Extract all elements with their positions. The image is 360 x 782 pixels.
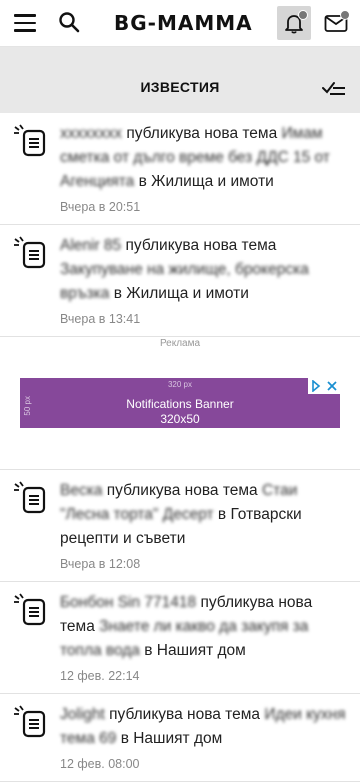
document-icon (14, 124, 46, 157)
notification-time: 12 фев. 22:14 (60, 669, 140, 683)
notification-preposition: в (138, 173, 147, 190)
notification-item[interactable]: Alenir 85 публикува нова тема Закупуване… (0, 225, 360, 337)
notification-time: Вчера в 20:51 (60, 200, 141, 214)
ad-size: 320x50 (160, 412, 200, 426)
notification-preposition: в (217, 506, 227, 523)
notification-item[interactable]: Бонбон Sin 771418 публикува нова тема Зн… (0, 582, 360, 694)
notification-user: xxxxxxxx (60, 125, 122, 142)
notification-preposition: в (113, 285, 122, 302)
document-icon (14, 593, 46, 626)
message-dot (340, 10, 350, 20)
ad-close-button[interactable] (308, 378, 340, 394)
notification-user: Jolight (60, 706, 105, 723)
notification-user: Бонбон Sin 771418 (60, 594, 197, 611)
notification-category: Нашият дом (156, 642, 246, 659)
close-icon (327, 381, 337, 391)
menu-icon[interactable] (14, 14, 36, 32)
search-icon[interactable] (58, 11, 80, 33)
notification-user: Веска (60, 482, 103, 499)
top-bar: BG-MAMMA (0, 0, 360, 47)
site-logo[interactable]: BG-MAMMA (114, 11, 253, 35)
notification-action: публикува нова тема (106, 482, 258, 499)
notification-action: публикува нова тема (125, 237, 277, 254)
ad-width-label: 320 px (167, 380, 193, 389)
notification-action: публикува нова тема (109, 706, 261, 723)
check-all-icon[interactable] (322, 79, 346, 97)
notification-time: Вчера в 12:08 (60, 557, 141, 571)
notification-preposition: в (120, 730, 129, 747)
notification-user: Alenir 85 (60, 237, 122, 254)
ad-title: Notifications Banner (126, 397, 234, 411)
notification-category: Жилища и имоти (126, 285, 249, 302)
ad-container: Реклама 320 px 50 px Notifications Banne… (0, 338, 360, 470)
notification-list: xxxxxxxx публикува нова тема Имам сметка… (0, 113, 360, 782)
page-title: ИЗВЕСТИЯ (140, 79, 220, 95)
notification-category: Жилища и имоти (151, 173, 274, 190)
notification-preposition: в (144, 642, 153, 659)
notification-category: Нашият дом (133, 730, 223, 747)
document-icon (14, 236, 46, 269)
notification-item[interactable]: Веска публикува нова тема Стаи "Лесна то… (0, 470, 360, 582)
document-icon (14, 481, 46, 514)
notification-item[interactable]: Jolight публикува нова тема Идеи кухня т… (0, 694, 360, 782)
notification-item[interactable]: xxxxxxxx публикува нова тема Имам сметка… (0, 113, 360, 225)
ad-banner[interactable]: 320 px 50 px Notifications Banner 320x50 (20, 378, 340, 428)
notifications-header: ИЗВЕСТИЯ (0, 47, 360, 113)
messages-button[interactable] (320, 8, 352, 38)
ad-label: Реклама (159, 338, 201, 349)
ad-choices-icon (312, 380, 321, 392)
document-icon (14, 705, 46, 738)
notification-dot (298, 10, 308, 20)
notification-time: Вчера в 13:41 (60, 312, 141, 326)
notification-time: 12 фев. 08:00 (60, 757, 140, 771)
notifications-button[interactable] (277, 6, 311, 40)
notification-action: публикува нова тема (126, 125, 278, 142)
